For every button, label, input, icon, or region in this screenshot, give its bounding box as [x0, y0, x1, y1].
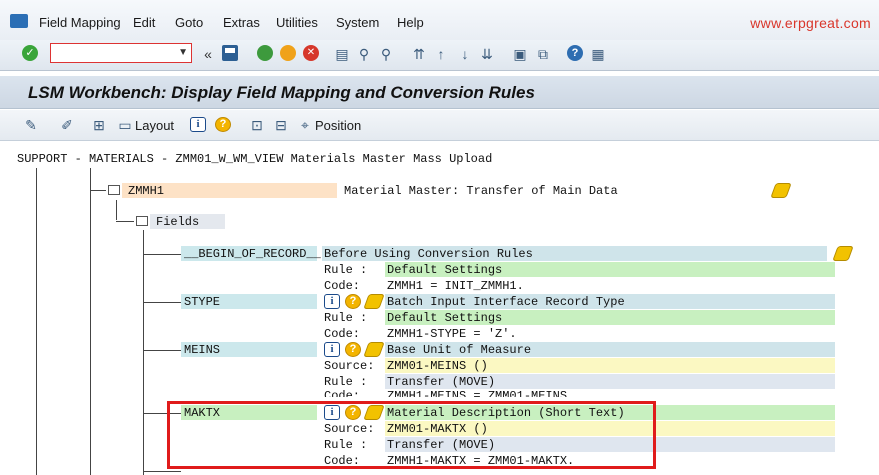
position-icon[interactable]: ⌖ — [296, 116, 314, 134]
hierarchy-icon[interactable]: ⊞ — [90, 116, 108, 134]
enter-icon[interactable]: ✓ — [22, 45, 38, 61]
position-button[interactable]: Position — [315, 118, 361, 133]
display-change-icon[interactable]: ✎ — [22, 116, 40, 134]
shortcut-icon[interactable]: ⧉ — [534, 45, 552, 63]
layout-button[interactable]: Layout — [135, 118, 174, 133]
tree-connector — [90, 190, 106, 191]
row-value: Default Settings — [387, 263, 503, 277]
find-icon[interactable]: ⚲ — [355, 45, 373, 63]
edit-rule-icon[interactable] — [363, 294, 385, 309]
field-name: __BEGIN_OF_RECORD__ — [184, 247, 321, 261]
help-question-icon[interactable]: ? — [345, 294, 361, 309]
row-value: ZMM01-MEINS () — [387, 359, 488, 373]
info-icon[interactable]: i — [324, 294, 340, 309]
row-label: Rule : — [324, 311, 368, 325]
field-description: Before Using Conversion Rules — [324, 247, 533, 261]
highlight-box — [167, 401, 656, 469]
tree-line — [143, 230, 144, 475]
field-description: Batch Input Interface Record Type — [387, 295, 625, 309]
create-session-icon[interactable]: ▣ — [511, 45, 529, 63]
row-value: ZMMH1-MEINS = ZMM01-MEINS. — [387, 389, 575, 397]
layout-menu-icon[interactable]: ▦ — [589, 45, 607, 63]
row-value: Default Settings — [387, 311, 503, 325]
menu-system[interactable]: System — [336, 15, 379, 30]
previous-page-icon[interactable]: ↑ — [432, 45, 450, 63]
field-name: MEINS — [184, 343, 221, 357]
tree-connector — [143, 302, 181, 303]
menu-extras[interactable]: Extras — [223, 15, 260, 30]
field-name: STYPE — [184, 295, 221, 309]
edit-icon[interactable]: ✐ — [58, 116, 76, 134]
help-question-icon[interactable]: ? — [345, 342, 361, 357]
row-label: Code: — [324, 327, 361, 341]
watermark: www.erpgreat.com — [750, 15, 871, 31]
info-icon[interactable]: i — [190, 117, 206, 132]
folder-icon[interactable] — [108, 185, 120, 195]
tree-line — [116, 200, 117, 220]
find-next-icon[interactable]: ⚲ — [377, 45, 395, 63]
row-label: Code: — [324, 279, 361, 293]
help-icon[interactable]: ? — [567, 45, 583, 61]
edit-rule-icon[interactable] — [363, 342, 385, 357]
collapse-icon[interactable]: ⊟ — [272, 116, 290, 134]
structure-description: Material Master: Transfer of Main Data — [344, 184, 618, 198]
menu-edit[interactable]: Edit — [133, 15, 155, 30]
sap-logo-icon — [10, 14, 28, 28]
tree-connector — [143, 254, 181, 255]
chevron-down-icon[interactable]: ▼ — [178, 47, 188, 58]
field-description: Base Unit of Measure — [387, 343, 532, 357]
row-value: Transfer (MOVE) — [387, 375, 496, 389]
tree-line — [36, 168, 37, 475]
edit-rule-icon[interactable] — [770, 183, 792, 198]
layout-icon[interactable]: ▭ — [116, 116, 134, 134]
row-label: Code: — [324, 389, 361, 397]
command-field[interactable]: ▼ — [50, 43, 192, 63]
tree-connector — [143, 471, 181, 472]
last-page-icon[interactable]: ⇊ — [478, 45, 496, 63]
menu-utilities[interactable]: Utilities — [276, 15, 318, 30]
folder-icon[interactable] — [136, 216, 148, 226]
edit-rule-icon[interactable] — [832, 246, 854, 261]
tree-root: SUPPORT - MATERIALS - ZMM01_W_WM_VIEW Ma… — [17, 152, 493, 166]
collapse-command-icon[interactable]: « — [199, 45, 217, 63]
menu-bar — [0, 0, 879, 41]
structure-name: ZMMH1 — [128, 184, 165, 198]
exit-icon[interactable] — [280, 45, 296, 61]
next-page-icon[interactable]: ↓ — [456, 45, 474, 63]
menu-field-mapping[interactable]: Field Mapping — [39, 15, 121, 30]
row-value: ZMMH1 = INIT_ZMMH1. — [387, 279, 524, 293]
cancel-icon[interactable]: ✕ — [303, 45, 319, 61]
info-icon[interactable]: i — [324, 342, 340, 357]
row-label: Source: — [324, 359, 375, 373]
first-page-icon[interactable]: ⇈ — [410, 45, 428, 63]
tree-connector — [116, 221, 134, 222]
row-label: Rule : — [324, 263, 368, 277]
help-question-icon[interactable]: ? — [215, 117, 231, 132]
row-value: ZMMH1-STYPE = 'Z'. — [387, 327, 517, 341]
menu-help[interactable]: Help — [397, 15, 424, 30]
back-icon[interactable] — [257, 45, 273, 61]
row-label: Rule : — [324, 375, 368, 389]
page-title: LSM Workbench: Display Field Mapping and… — [28, 83, 535, 102]
tree-connector — [143, 350, 181, 351]
save-icon[interactable] — [222, 45, 238, 61]
print-icon[interactable]: ▤ — [333, 45, 351, 63]
fields-label: Fields — [156, 215, 200, 229]
expand-icon[interactable]: ⊡ — [248, 116, 266, 134]
menu-goto[interactable]: Goto — [175, 15, 203, 30]
tree-line — [90, 168, 91, 475]
